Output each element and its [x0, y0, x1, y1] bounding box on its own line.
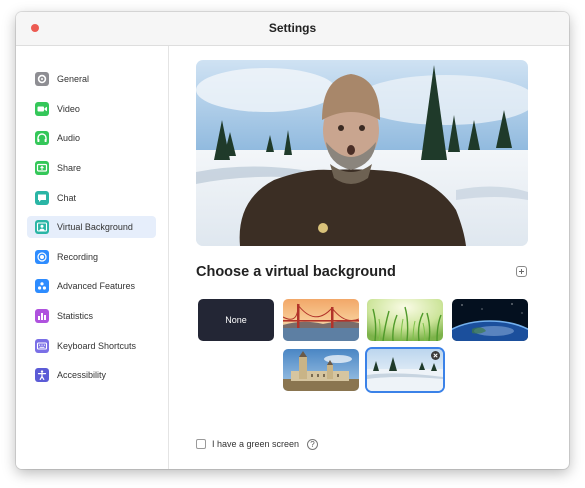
background-none[interactable]: None: [198, 299, 274, 341]
sidebar-item-label: Keyboard Shortcuts: [57, 341, 137, 351]
virtual-background-icon: [35, 220, 49, 234]
sidebar-item-statistics[interactable]: Statistics: [27, 305, 156, 327]
green-screen-checkbox[interactable]: [196, 439, 206, 449]
sidebar-item-share[interactable]: Share: [27, 157, 156, 179]
background-castle[interactable]: [283, 349, 359, 391]
help-icon[interactable]: ?: [307, 439, 318, 450]
sidebar-item-general[interactable]: General: [27, 68, 156, 90]
sidebar-item-recording[interactable]: Recording: [27, 246, 156, 268]
background-earth[interactable]: [452, 299, 528, 341]
sidebar-item-audio[interactable]: Audio: [27, 127, 156, 149]
background-grass[interactable]: [367, 299, 443, 341]
sidebar-item-virtual-background[interactable]: Virtual Background: [27, 216, 156, 238]
title-bar: Settings: [16, 12, 569, 46]
background-none-label: None: [225, 315, 247, 325]
sidebar-item-label: Recording: [57, 252, 99, 262]
green-screen-label: I have a green screen: [212, 439, 300, 449]
window-title: Settings: [268, 21, 317, 35]
headphones-icon: [35, 131, 49, 145]
sidebar-item-label: Chat: [57, 193, 77, 203]
advanced-features-icon: [35, 279, 49, 293]
sidebar-item-label: Video: [57, 104, 80, 114]
settings-window: Settings General Video Audio Share Chat …: [16, 12, 569, 469]
statistics-icon: [35, 309, 49, 323]
camera-preview-image: [196, 60, 528, 246]
sidebar-item-keyboard-shortcuts[interactable]: Keyboard Shortcuts: [27, 335, 156, 357]
sidebar-item-accessibility[interactable]: Accessibility: [27, 364, 156, 386]
background-snowy-forest[interactable]: [367, 349, 443, 391]
sidebar-item-chat[interactable]: Chat: [27, 187, 156, 209]
sidebar-item-label: General: [57, 74, 90, 84]
add-background-button[interactable]: [516, 266, 527, 277]
share-screen-icon: [35, 161, 49, 175]
sidebar-item-label: Virtual Background: [57, 222, 133, 232]
sidebar-item-label: Audio: [57, 133, 81, 143]
record-icon: [35, 250, 49, 264]
gear-icon: [35, 72, 49, 86]
choose-background-heading: Choose a virtual background: [196, 264, 396, 280]
sidebar-item-video[interactable]: Video: [27, 98, 156, 120]
remove-background-icon[interactable]: [431, 351, 440, 360]
chat-icon: [35, 191, 49, 205]
sidebar-item-advanced-features[interactable]: Advanced Features: [27, 275, 156, 297]
keyboard-icon: [35, 339, 49, 353]
sidebar-item-label: Statistics: [57, 311, 94, 321]
sidebar-item-label: Share: [57, 163, 82, 173]
accessibility-icon: [35, 368, 49, 382]
settings-sidebar: General Video Audio Share Chat Virtual B…: [16, 46, 169, 469]
background-golden-gate-bridge[interactable]: [283, 299, 359, 341]
sidebar-item-label: Accessibility: [57, 370, 107, 380]
video-icon: [35, 102, 49, 116]
sidebar-item-label: Advanced Features: [57, 281, 136, 291]
camera-preview: [196, 60, 528, 246]
